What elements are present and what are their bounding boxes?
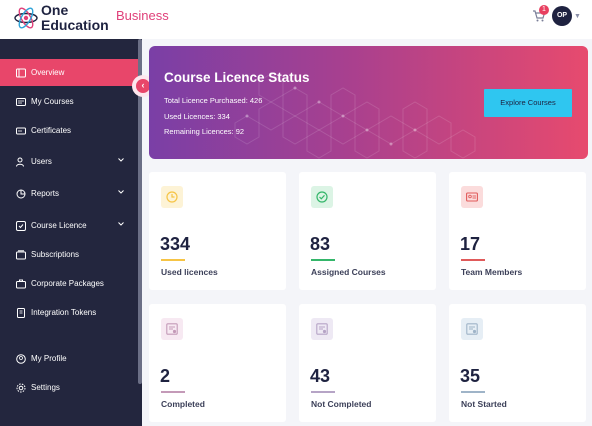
stat-accent-bar <box>461 391 485 393</box>
used-licence-text: Used Licences: 334 <box>164 112 230 121</box>
sidebar-item-overview[interactable]: Overview <box>0 59 138 86</box>
sidebar-item-label: My Profile <box>31 354 67 363</box>
sidebar-item-label: Settings <box>31 383 60 392</box>
stat-value: 2 <box>160 366 171 386</box>
logo-text[interactable]: One Education <box>41 3 109 32</box>
banner-title: Course Licence Status <box>164 70 310 85</box>
logo-line1: One <box>41 2 69 18</box>
sidebar-item-integration-tokens[interactable]: Integration Tokens <box>0 299 138 326</box>
chevron-down-icon[interactable]: ▼ <box>574 13 581 20</box>
sidebar-item-reports[interactable]: Reports <box>0 180 138 207</box>
settings-icon <box>16 383 26 392</box>
id-card-icon <box>461 186 483 208</box>
sidebar-item-corporate-packages[interactable]: Corporate Packages <box>0 270 138 297</box>
remaining-licence-text: Remaining Licences: 92 <box>164 127 245 136</box>
packages-icon <box>16 279 26 288</box>
stat-value: 83 <box>310 234 331 254</box>
sidebar-item-label: Corporate Packages <box>31 279 104 288</box>
token-icon <box>17 307 25 318</box>
subscriptions-icon <box>16 249 26 259</box>
profile-icon <box>16 353 26 364</box>
sidebar: Overview My Courses Certificates Users R… <box>0 39 142 426</box>
licence-status-banner: Course Licence Status Total Licence Purc… <box>149 46 588 159</box>
sidebar-item-label: Overview <box>31 68 65 77</box>
certificate-icon <box>311 318 333 340</box>
total-licence-text: Total Licence Purchased: 426 <box>164 96 263 105</box>
stat-card[interactable]: 43 Not Completed <box>299 304 436 422</box>
chevron-down-icon[interactable] <box>118 189 124 195</box>
sidebar-item-label: My Courses <box>31 97 74 106</box>
sidebar-item-my-profile[interactable]: My Profile <box>0 345 138 372</box>
stat-accent-bar <box>161 259 185 261</box>
sidebar-item-my-courses[interactable]: My Courses <box>0 88 138 115</box>
sidebar-item-label: Users <box>31 157 52 166</box>
stat-accent-bar <box>311 259 335 261</box>
stat-label: Not Started <box>461 399 507 409</box>
sidebar-item-users[interactable]: Users <box>0 148 138 175</box>
explore-courses-button[interactable]: Explore Courses <box>484 89 572 117</box>
brand-subtitle: Business <box>116 8 169 23</box>
stat-card[interactable]: 334 Used licences <box>149 172 286 290</box>
stat-label: Assigned Courses <box>311 267 386 277</box>
chevron-left-icon: ‹ <box>136 79 150 93</box>
licence-icon <box>16 220 26 231</box>
stat-card[interactable]: 2 Completed <box>149 304 286 422</box>
stat-accent-bar <box>161 391 185 393</box>
stat-accent-bar <box>311 391 335 393</box>
stat-label: Completed <box>161 399 205 409</box>
stat-card[interactable]: 83 Assigned Courses <box>299 172 436 290</box>
sidebar-item-label: Integration Tokens <box>31 308 97 317</box>
sidebar-item-label: Course Licence <box>31 221 87 230</box>
stat-value: 334 <box>160 234 191 254</box>
reports-icon <box>16 189 26 198</box>
sidebar-item-label: Certificates <box>31 126 72 135</box>
sidebar-item-label: Reports <box>31 189 60 198</box>
avatar[interactable]: OP <box>552 6 572 26</box>
stat-label: Used licences <box>161 267 218 277</box>
courses-icon <box>16 97 26 106</box>
stat-accent-bar <box>461 259 485 261</box>
stat-label: Team Members <box>461 267 523 277</box>
sidebar-item-subscriptions[interactable]: Subscriptions <box>0 241 138 268</box>
sidebar-item-settings[interactable]: Settings <box>0 374 138 401</box>
check-circle-icon <box>311 186 333 208</box>
overview-icon <box>16 68 26 77</box>
certificate-icon <box>16 127 26 134</box>
certificate-icon <box>161 318 183 340</box>
logo-line2: Education <box>41 16 109 33</box>
cart-count-badge: 1 <box>539 5 549 15</box>
sidebar-item-certificates[interactable]: Certificates <box>0 117 138 144</box>
stat-card[interactable]: 35 Not Started <box>449 304 586 422</box>
sidebar-item-course-licence[interactable]: Course Licence <box>0 212 138 239</box>
certificate-icon <box>461 318 483 340</box>
logo-icon[interactable] <box>14 4 38 32</box>
stat-value: 43 <box>310 366 331 386</box>
stat-label: Not Completed <box>311 399 372 409</box>
sidebar-item-label: Subscriptions <box>31 250 80 259</box>
chevron-down-icon[interactable] <box>118 157 124 163</box>
clock-icon <box>161 186 183 208</box>
users-icon <box>16 157 24 167</box>
stat-value: 35 <box>460 366 481 386</box>
chevron-down-icon[interactable] <box>118 221 124 227</box>
stat-value: 17 <box>460 234 481 254</box>
top-header: One Education Business 1 OP ▼ <box>0 0 592 39</box>
stat-card[interactable]: 17 Team Members <box>449 172 586 290</box>
